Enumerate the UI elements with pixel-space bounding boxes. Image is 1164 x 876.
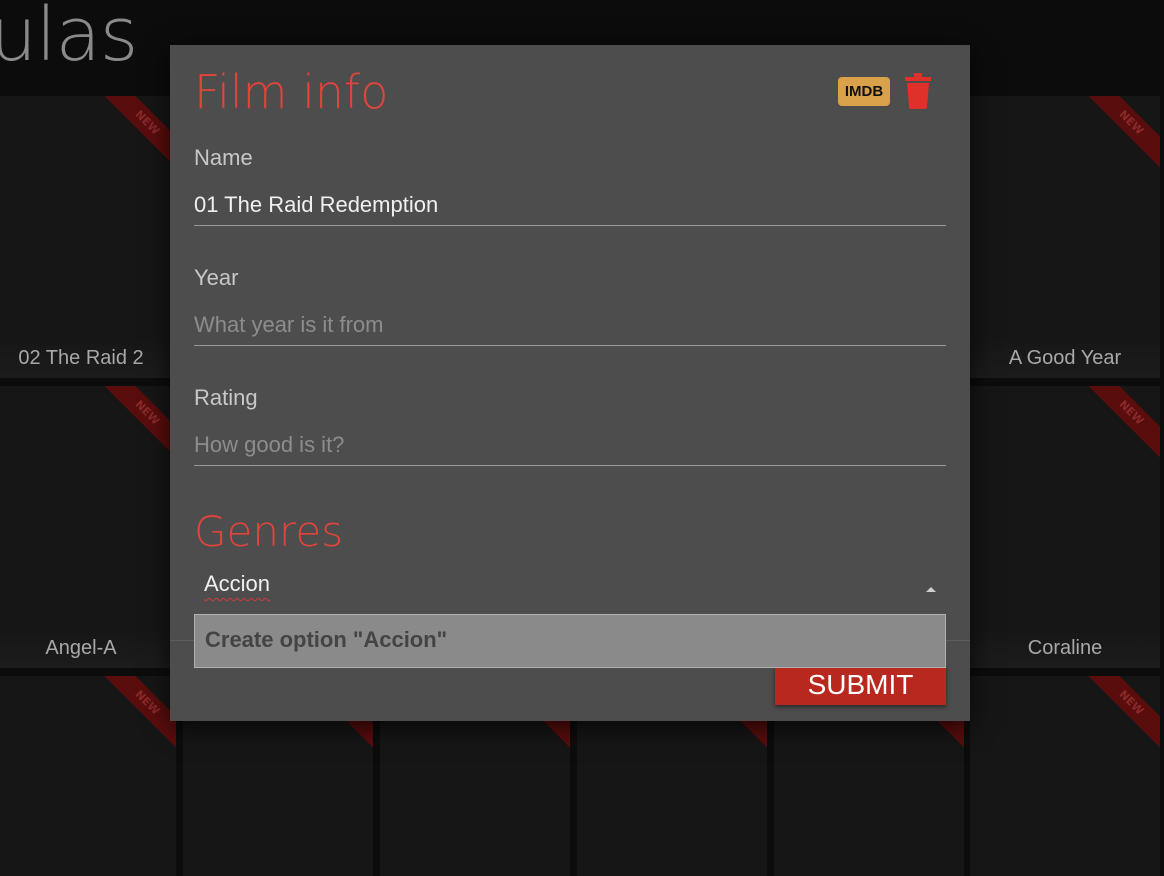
rating-input[interactable]: [194, 425, 946, 466]
film-tile[interactable]: NEW 02 The Raid 2: [0, 96, 176, 378]
film-tile-label: A Good Year: [970, 338, 1160, 378]
dialog-title: Film info: [194, 65, 389, 119]
film-tile[interactable]: NEW: [0, 676, 176, 876]
new-ribbon: NEW: [100, 676, 176, 750]
trash-icon[interactable]: [905, 73, 931, 109]
year-field: Year: [194, 265, 946, 346]
name-label: Name: [194, 145, 253, 170]
year-label: Year: [194, 265, 239, 290]
film-tile-label: Coraline: [970, 628, 1160, 668]
rating-field: Rating: [194, 385, 946, 466]
genres-input[interactable]: Accion: [204, 571, 270, 597]
genres-select[interactable]: Accion: [194, 567, 946, 607]
film-tile-label: Angel-A: [0, 628, 176, 668]
film-tile[interactable]: NEW: [970, 676, 1160, 876]
film-tile[interactable]: NEW Coraline: [970, 386, 1160, 668]
new-ribbon: NEW: [1084, 96, 1160, 170]
submit-button[interactable]: SUBMIT: [775, 665, 946, 705]
new-ribbon: NEW: [100, 96, 176, 170]
imdb-button[interactable]: IMDB: [838, 77, 890, 106]
genres-dropdown: Create option "Accion": [194, 614, 946, 668]
year-input[interactable]: [194, 305, 946, 346]
name-input[interactable]: [194, 185, 946, 226]
new-ribbon: NEW: [1084, 386, 1160, 460]
genres-heading: Genres: [194, 507, 344, 556]
create-option-item[interactable]: Create option "Accion": [205, 627, 447, 653]
film-tile[interactable]: NEW A Good Year: [970, 96, 1160, 378]
film-tile-label: 02 The Raid 2: [0, 338, 176, 378]
film-tile[interactable]: NEW Angel-A: [0, 386, 176, 668]
name-field: Name: [194, 145, 946, 226]
chevron-up-icon[interactable]: [926, 587, 936, 592]
new-ribbon: NEW: [100, 386, 176, 460]
film-info-dialog: Film info IMDB Name Year Rating Genres A…: [170, 45, 970, 721]
rating-label: Rating: [194, 385, 258, 410]
page-title: ulas: [0, 0, 138, 78]
new-ribbon: NEW: [1084, 676, 1160, 750]
